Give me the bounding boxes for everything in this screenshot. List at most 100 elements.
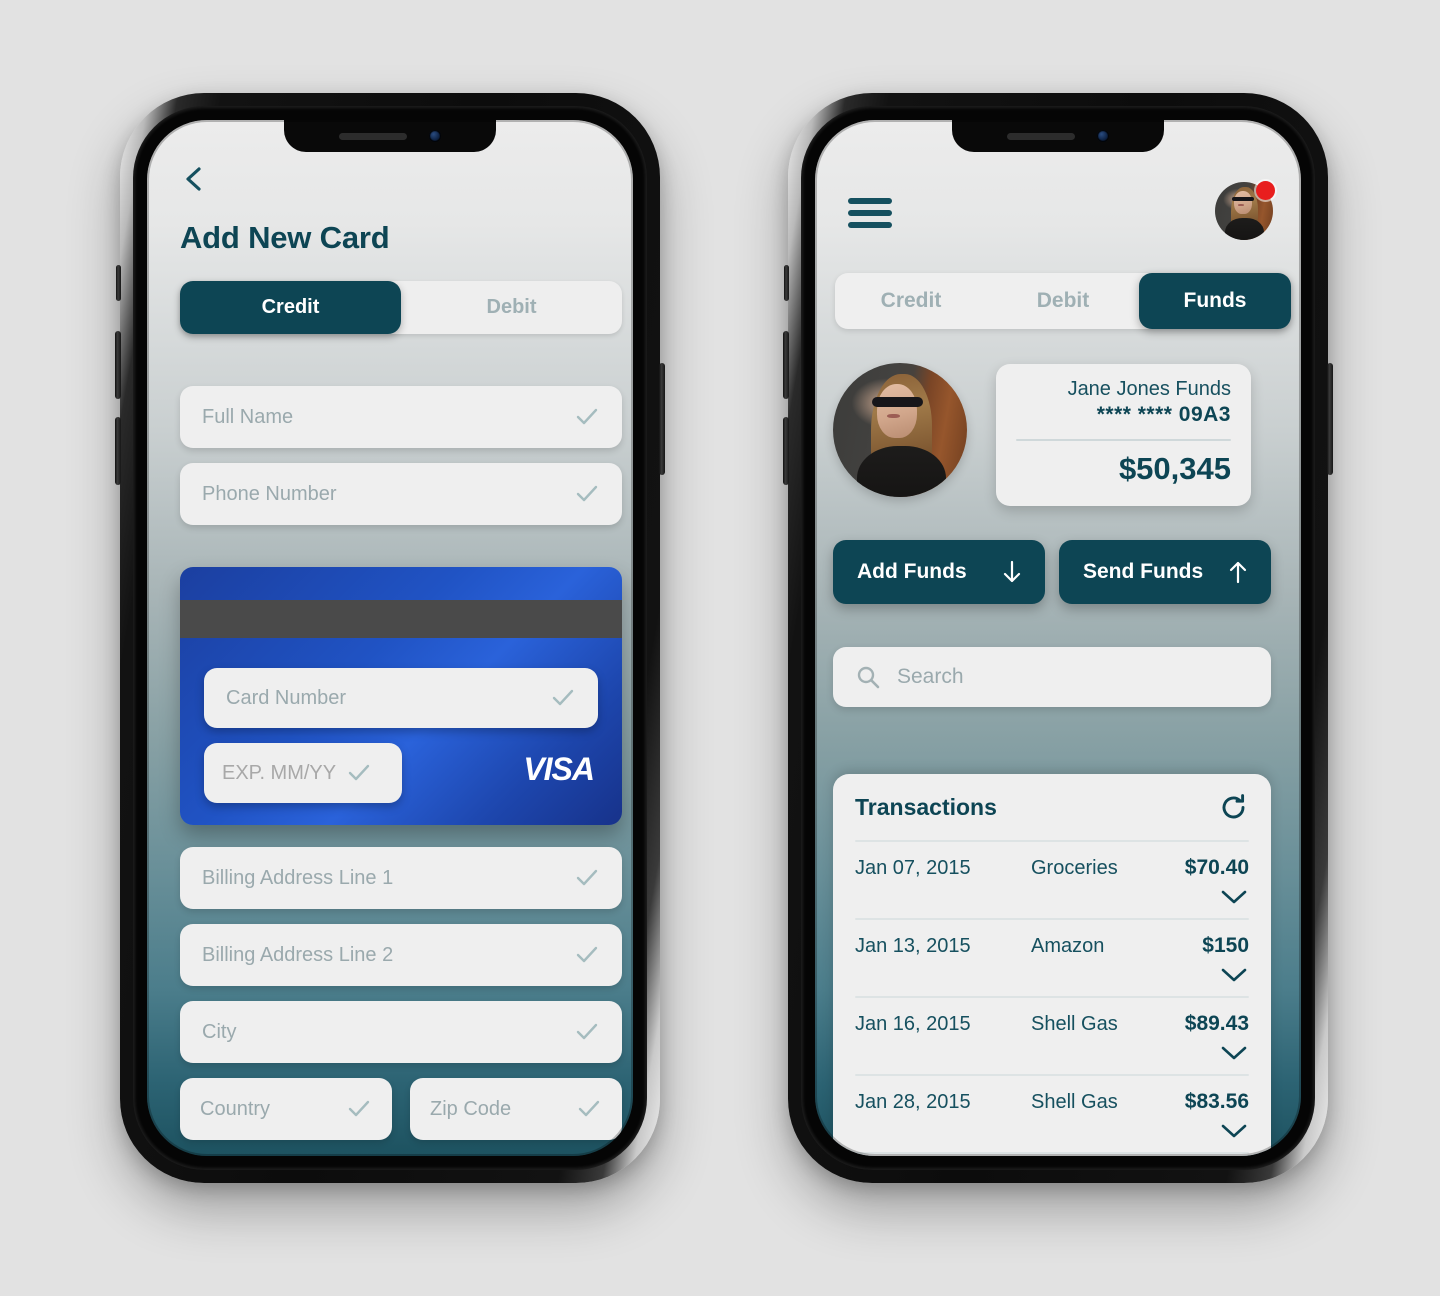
table-row[interactable]: Jan 16, 2015 Shell Gas $89.43	[855, 998, 1249, 1074]
zip-code-field[interactable]: Zip Code	[410, 1078, 622, 1140]
user-avatar[interactable]	[1215, 181, 1275, 240]
profile-photo[interactable]	[833, 363, 967, 497]
notch	[952, 120, 1164, 152]
card-type-segmented-control: Credit Debit	[180, 281, 622, 334]
power-button[interactable]	[659, 363, 665, 475]
profile-face	[877, 384, 918, 439]
zip-code-placeholder: Zip Code	[430, 1097, 512, 1120]
phone-left-bezel: Add New Card Credit Debit Full Name Phon…	[133, 106, 647, 1170]
profile-photo-image	[833, 363, 967, 497]
check-icon	[574, 481, 600, 507]
transactions-divider	[855, 1152, 1249, 1154]
visa-logo: VISA	[523, 751, 595, 787]
front-camera-icon	[429, 130, 441, 142]
notification-badge[interactable]	[1256, 181, 1275, 200]
add-funds-button[interactable]: Add Funds	[833, 540, 1045, 604]
volume-up-button[interactable]	[783, 331, 789, 399]
billing-address-line-2-field[interactable]: Billing Address Line 2	[180, 924, 622, 986]
silence-switch[interactable]	[116, 265, 121, 301]
account-tabs: Credit Debit Funds	[835, 273, 1291, 329]
billing-address-line-1-field[interactable]: Billing Address Line 1	[180, 847, 622, 909]
phone-left-screen: Add New Card Credit Debit Full Name Phon…	[147, 120, 633, 1156]
card-expiry-field[interactable]: EXP. MM/YY	[204, 743, 402, 803]
power-button[interactable]	[1327, 363, 1333, 475]
notch	[284, 120, 496, 152]
city-field[interactable]: City	[180, 1001, 622, 1063]
chevron-down-icon[interactable]	[855, 1036, 1249, 1074]
phone-number-field[interactable]: Phone Number	[180, 463, 622, 525]
chevron-down-icon[interactable]	[855, 1114, 1249, 1152]
transaction-date: Jan 28, 2015	[855, 1091, 971, 1113]
phone-left: Add New Card Credit Debit Full Name Phon…	[115, 93, 665, 1183]
avatar-lips	[1238, 204, 1244, 206]
check-icon	[574, 404, 600, 430]
hamburger-bar	[848, 198, 892, 204]
transaction-line: Jan 16, 2015 Shell Gas $89.43	[855, 1012, 1249, 1036]
tab-credit[interactable]: Credit	[835, 273, 987, 329]
send-funds-label: Send Funds	[1083, 560, 1204, 583]
segment-credit[interactable]: Credit	[180, 281, 401, 334]
chevron-down-icon[interactable]	[855, 880, 1249, 918]
transaction-amount: $83.56	[1184, 1090, 1249, 1113]
transaction-amount: $150	[1202, 934, 1249, 957]
refresh-icon[interactable]	[1218, 792, 1249, 823]
silence-switch[interactable]	[784, 265, 789, 301]
phone-right-screen: Credit Debit Funds Jane Jones Funds ****…	[815, 120, 1301, 1156]
country-field[interactable]: Country	[180, 1078, 392, 1140]
volume-down-button[interactable]	[783, 417, 789, 485]
account-masked-number: **** **** 09A3	[1096, 403, 1231, 426]
account-holder-name: Jane Jones Funds	[1067, 378, 1231, 400]
search-placeholder: Search	[897, 665, 964, 688]
segment-debit[interactable]: Debit	[401, 281, 622, 334]
check-icon	[576, 1096, 602, 1122]
credit-card-graphic: Card Number EXP. MM/YY VISA	[180, 567, 622, 825]
front-camera-icon	[1097, 130, 1109, 142]
screenshot-stage: Add New Card Credit Debit Full Name Phon…	[0, 0, 1440, 1296]
card-number-field[interactable]: Card Number	[204, 668, 598, 728]
transaction-date: Jan 07, 2015	[855, 857, 971, 879]
search-input[interactable]: Search	[833, 647, 1271, 707]
card-expiry-placeholder: EXP. MM/YY	[222, 761, 337, 784]
transaction-amount: $70.40	[1184, 856, 1249, 879]
card-number-placeholder: Card Number	[226, 686, 347, 709]
search-icon	[855, 664, 881, 690]
transaction-line: Jan 28, 2015 Shell Gas $83.56	[855, 1090, 1249, 1114]
check-icon	[574, 865, 600, 891]
phone-number-placeholder: Phone Number	[202, 482, 337, 505]
volume-down-button[interactable]	[115, 417, 121, 485]
volume-up-button[interactable]	[115, 331, 121, 399]
country-placeholder: Country	[200, 1097, 271, 1120]
table-row[interactable]: Jan 13, 2015 Amazon $150	[855, 920, 1249, 996]
account-summary-card[interactable]: Jane Jones Funds **** **** 09A3 $50,345	[996, 364, 1251, 506]
tab-debit[interactable]: Debit	[987, 273, 1139, 329]
send-funds-button[interactable]: Send Funds	[1059, 540, 1271, 604]
phone-right-bezel: Credit Debit Funds Jane Jones Funds ****…	[801, 106, 1315, 1170]
phone-right: Credit Debit Funds Jane Jones Funds ****…	[783, 93, 1333, 1183]
earpiece-speaker	[339, 132, 407, 140]
check-icon	[574, 1019, 600, 1045]
account-balance: $50,345	[1118, 451, 1231, 486]
billing-address-line-2-placeholder: Billing Address Line 2	[202, 943, 394, 966]
avatar-face	[1234, 191, 1252, 215]
transaction-merchant: Shell Gas	[1031, 1091, 1118, 1113]
profile-sunglasses	[871, 396, 923, 408]
tab-funds[interactable]: Funds	[1139, 273, 1291, 329]
full-name-placeholder: Full Name	[202, 405, 294, 428]
check-icon	[550, 685, 576, 711]
magnetic-stripe	[180, 600, 622, 638]
add-new-card-ui: Add New Card Credit Debit Full Name Phon…	[147, 120, 633, 1156]
transactions-header: Transactions	[855, 774, 1249, 840]
chevron-left-icon[interactable]	[181, 166, 207, 192]
card-divider	[1016, 439, 1231, 441]
transactions-panel: Transactions Jan 07, 2015 Groceries $70.…	[833, 774, 1271, 1156]
transaction-line: Jan 07, 2015 Groceries $70.40	[855, 856, 1249, 880]
earpiece-speaker	[1007, 132, 1075, 140]
transaction-date: Jan 16, 2015	[855, 1013, 971, 1035]
full-name-field[interactable]: Full Name	[180, 386, 622, 448]
transaction-line: Jan 13, 2015 Amazon $150	[855, 934, 1249, 958]
hamburger-menu-icon[interactable]	[848, 198, 892, 228]
billing-address-line-1-placeholder: Billing Address Line 1	[202, 866, 394, 889]
table-row[interactable]: Jan 07, 2015 Groceries $70.40	[855, 842, 1249, 918]
table-row[interactable]: Jan 28, 2015 Shell Gas $83.56	[855, 1076, 1249, 1152]
chevron-down-icon[interactable]	[855, 958, 1249, 996]
